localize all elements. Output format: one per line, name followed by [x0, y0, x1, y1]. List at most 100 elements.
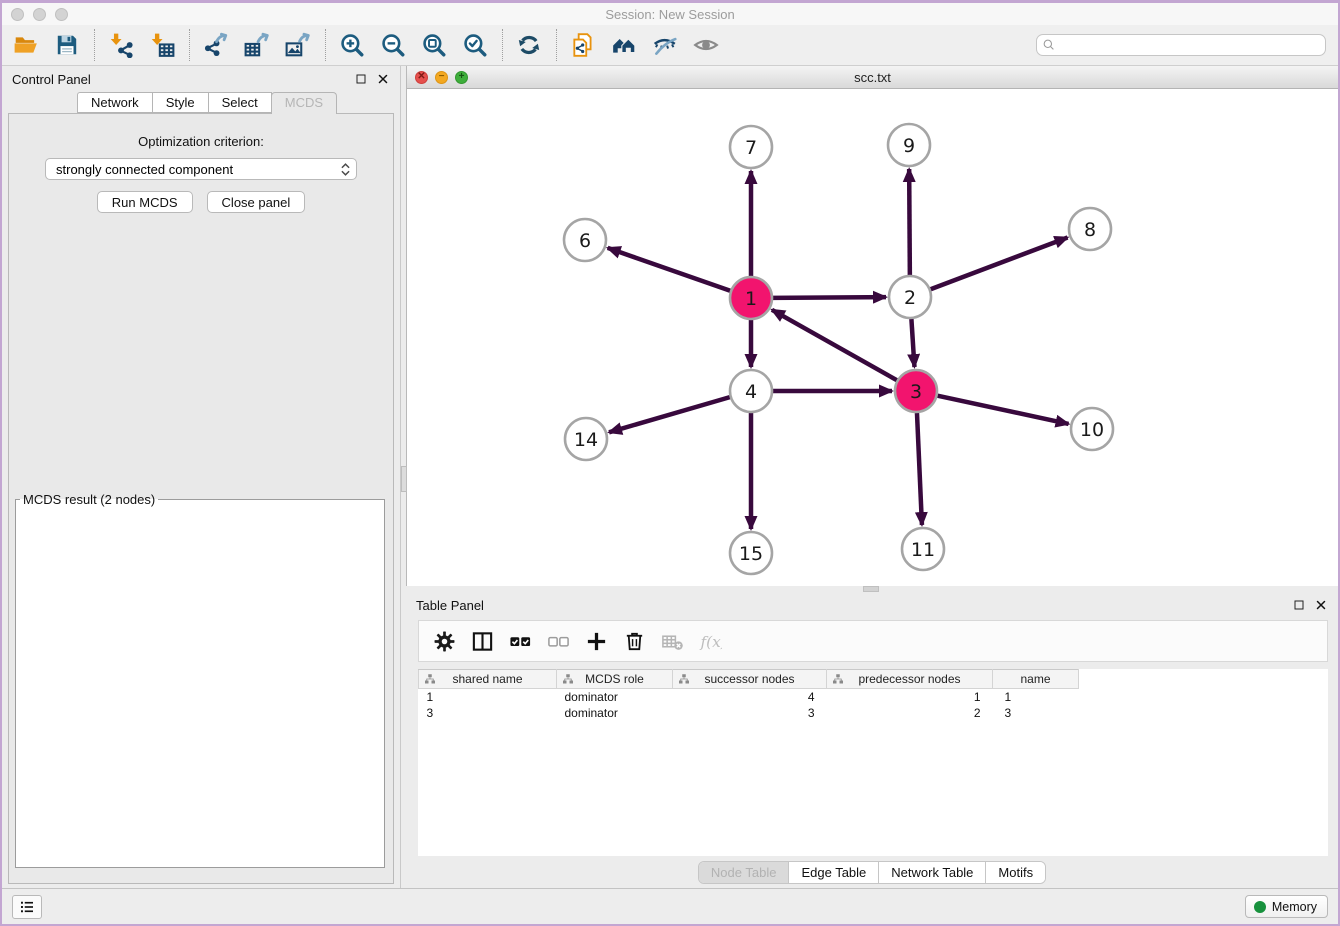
memory-button[interactable]: Memory	[1245, 895, 1328, 918]
tab-style[interactable]: Style	[152, 92, 209, 113]
search-input[interactable]	[1036, 34, 1326, 56]
cell-shared-name[interactable]: 1	[419, 689, 557, 705]
export-table-button[interactable]	[241, 29, 273, 61]
node-label: 6	[579, 230, 591, 252]
zoom-in-button[interactable]	[336, 29, 368, 61]
toggle-columns-button[interactable]	[467, 626, 497, 656]
node-11[interactable]: 11	[902, 528, 944, 570]
column-settings-button[interactable]	[429, 626, 459, 656]
add-column-icon	[585, 630, 608, 653]
save-session-button[interactable]	[51, 29, 83, 61]
close-table-panel-button[interactable]	[1314, 598, 1328, 612]
node-label: 8	[1084, 219, 1096, 241]
select-all-rows-button[interactable]	[505, 626, 535, 656]
export-image-button[interactable]	[282, 29, 314, 61]
node-1[interactable]: 1	[730, 277, 772, 319]
toolbar-separator	[94, 29, 95, 61]
node-10[interactable]: 10	[1071, 408, 1113, 450]
edge-1-6[interactable]	[608, 248, 731, 291]
add-column-button[interactable]	[581, 626, 611, 656]
copy-network-button[interactable]	[567, 29, 599, 61]
cell-name[interactable]: 1	[993, 689, 1079, 705]
column-header-predecessor-nodes[interactable]: predecessor nodes	[827, 670, 993, 689]
task-history-button[interactable]	[12, 895, 42, 919]
optimization-criterion-dropdown[interactable]: strongly connected component	[45, 158, 357, 180]
column-label: shared name	[452, 672, 522, 686]
toolbar-separator	[556, 29, 557, 61]
zoom-fit-button[interactable]	[418, 29, 450, 61]
node-8[interactable]: 8	[1069, 208, 1111, 250]
cell-predecessor-nodes[interactable]: 1	[827, 689, 993, 705]
node-9[interactable]: 9	[888, 124, 930, 166]
tab-mcds[interactable]: MCDS	[271, 92, 337, 114]
close-panel-button[interactable]	[376, 72, 390, 86]
column-label: successor nodes	[704, 672, 794, 686]
network-canvas[interactable]: 7 9 6 8 1 2 4 3 14 10 15 11	[407, 89, 1338, 586]
tab-node-table[interactable]: Node Table	[699, 862, 789, 883]
edge-3-10[interactable]	[938, 396, 1069, 424]
node-table-grid: shared name MCDS role successor nodes prede…	[418, 669, 1079, 721]
edge-2-8[interactable]	[931, 237, 1068, 289]
table-row: 1dominator411	[419, 689, 1079, 705]
first-neighbors-button[interactable]	[608, 29, 640, 61]
control-panel-tabs: NetworkStyleSelectMCDS	[2, 92, 400, 113]
main-titlebar: Session: New Session	[2, 3, 1338, 25]
network-window-title: scc.txt	[407, 70, 1338, 85]
tab-motifs[interactable]: Motifs	[985, 862, 1045, 883]
open-file-button[interactable]	[10, 29, 42, 61]
export-network-button[interactable]	[200, 29, 232, 61]
float-panel-button[interactable]	[354, 72, 368, 86]
import-network-button[interactable]	[105, 29, 137, 61]
node-2[interactable]: 2	[889, 276, 931, 318]
run-mcds-button[interactable]: Run MCDS	[97, 191, 193, 213]
column-header-shared-name[interactable]: shared name	[419, 670, 557, 689]
close-panel-action-button[interactable]: Close panel	[207, 191, 306, 213]
hide-selected-button[interactable]	[649, 29, 681, 61]
cell-mcds-role[interactable]: dominator	[557, 689, 673, 705]
edge-2-9[interactable]	[909, 169, 910, 275]
edge-1-2[interactable]	[773, 297, 886, 298]
zoom-out-icon	[380, 32, 406, 58]
import-table-icon	[149, 32, 175, 58]
vertical-splitter[interactable]	[400, 66, 406, 888]
tab-network[interactable]: Network	[77, 92, 153, 113]
column-label: name	[1020, 672, 1050, 686]
node-label: 1	[745, 288, 757, 310]
toolbar-separator	[189, 29, 190, 61]
right-column: ✕ − + scc.txt 7968124314101511 Table Pan…	[406, 66, 1338, 888]
edge-3-11[interactable]	[917, 413, 922, 525]
cell-name[interactable]: 3	[993, 705, 1079, 721]
cell-shared-name[interactable]: 3	[419, 705, 557, 721]
tab-network-table[interactable]: Network Table	[878, 862, 985, 883]
cell-successor-nodes[interactable]: 3	[673, 705, 827, 721]
show-all-button	[690, 29, 722, 61]
update-network-button[interactable]	[513, 29, 545, 61]
cell-predecessor-nodes[interactable]: 2	[827, 705, 993, 721]
column-header-mcds-role[interactable]: MCDS role	[557, 670, 673, 689]
node-15[interactable]: 15	[730, 532, 772, 574]
cell-successor-nodes[interactable]: 4	[673, 689, 827, 705]
table-panel-header: Table Panel	[406, 592, 1338, 618]
import-table-button[interactable]	[146, 29, 178, 61]
horizontal-splitter[interactable]	[406, 586, 1338, 592]
node-4[interactable]: 4	[730, 370, 772, 412]
tab-edge-table[interactable]: Edge Table	[788, 862, 878, 883]
deselect-all-rows-button[interactable]	[543, 626, 573, 656]
node-7[interactable]: 7	[730, 126, 772, 168]
horizontal-splitter-handle[interactable]	[863, 586, 879, 592]
node-14[interactable]: 14	[565, 418, 607, 460]
node-label: 15	[739, 543, 763, 565]
zoom-selected-button[interactable]	[459, 29, 491, 61]
float-table-panel-button[interactable]	[1292, 598, 1306, 612]
node-6[interactable]: 6	[564, 219, 606, 261]
tab-select[interactable]: Select	[208, 92, 272, 113]
delete-columns-button[interactable]	[619, 626, 649, 656]
edge-3-1[interactable]	[772, 310, 897, 380]
node-3[interactable]: 3	[895, 370, 937, 412]
zoom-out-button[interactable]	[377, 29, 409, 61]
edge-2-3[interactable]	[911, 319, 914, 367]
edge-4-14[interactable]	[609, 397, 730, 432]
column-header-successor-nodes[interactable]: successor nodes	[673, 670, 827, 689]
column-header-name[interactable]: name	[993, 670, 1079, 689]
cell-mcds-role[interactable]: dominator	[557, 705, 673, 721]
